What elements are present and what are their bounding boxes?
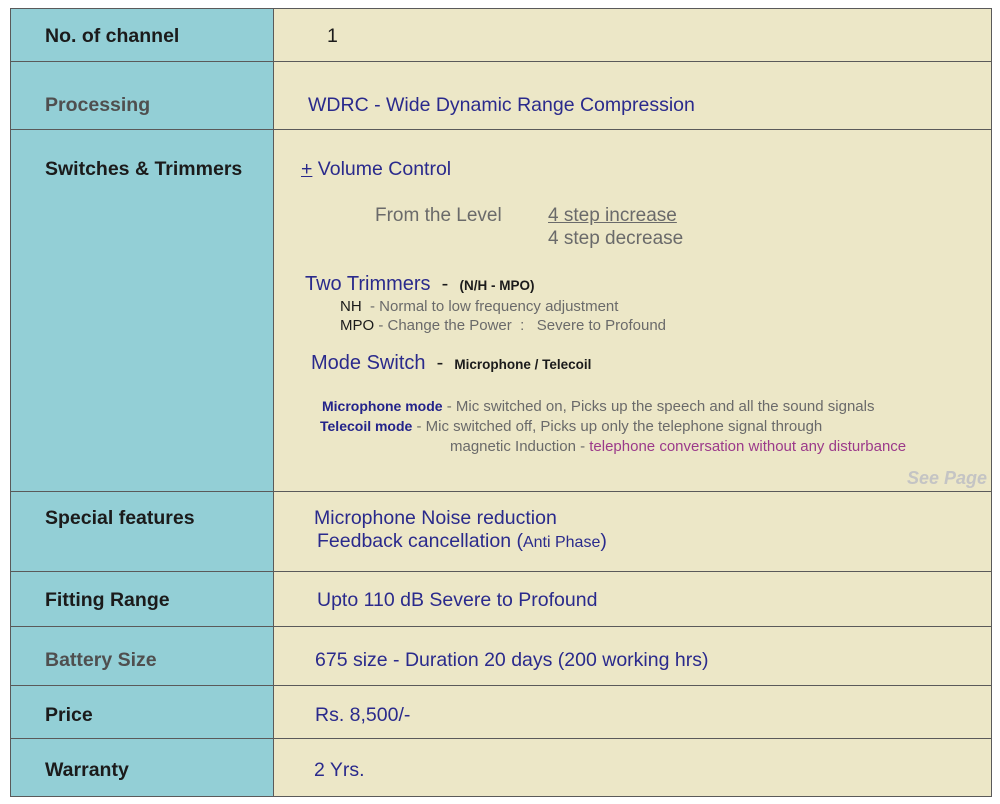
volume-control: + Volume Control	[301, 158, 452, 180]
value-warranty: 2 Yrs.	[314, 759, 365, 781]
spec-table: No. of channel 1 Processing WDRC - Wide …	[10, 8, 992, 797]
value-price: Rs. 8,500/-	[315, 704, 411, 726]
label-price: Price	[45, 704, 93, 726]
row-warranty: Warranty 2 Yrs.	[11, 739, 991, 796]
row-price: Price Rs. 8,500/-	[11, 686, 991, 739]
special-line2: Feedback cancellation (Anti Phase)	[317, 530, 607, 552]
label-fitting: Fitting Range	[45, 589, 170, 611]
label-channel: No. of channel	[45, 25, 180, 47]
value-fitting: Upto 110 dB Severe to Profound	[317, 589, 598, 611]
trimmer-mpo: MPO - Change the Power : Severe to Profo…	[340, 317, 667, 334]
row-channel: No. of channel 1	[11, 9, 991, 62]
microphone-mode: Microphone mode - Mic switched on, Picks…	[322, 398, 875, 415]
label-special: Special features	[45, 507, 195, 529]
plus-minus-icon: +	[301, 158, 313, 180]
row-processing: Processing WDRC - Wide Dynamic Range Com…	[11, 62, 991, 130]
telecoil-mode: Telecoil mode - Mic switched off, Picks …	[320, 418, 823, 435]
trimmers-heading: Two Trimmers - (N/H - MPO)	[305, 273, 535, 295]
row-fitting: Fitting Range Upto 110 dB Severe to Prof…	[11, 572, 991, 627]
value-battery: 675 size - Duration 20 days (200 working…	[315, 649, 709, 671]
mode-switch-heading: Mode Switch - Microphone / Telecoil	[311, 352, 592, 374]
row-switches: Switches & Trimmers + Volume Control Fro…	[11, 130, 991, 492]
label-warranty: Warranty	[45, 759, 129, 781]
value-channel: 1	[327, 25, 338, 47]
label-processing: Processing	[45, 94, 151, 116]
level-label: From the Level	[375, 205, 502, 226]
row-special: Special features Microphone Noise reduct…	[11, 492, 991, 572]
see-page-link[interactable]: See Page	[907, 468, 987, 489]
trimmer-nh: NH - Normal to low frequency adjustment	[340, 298, 619, 315]
level-decrease: 4 step decrease	[548, 228, 684, 249]
value-processing: WDRC - Wide Dynamic Range Compression	[308, 94, 695, 116]
label-switches: Switches & Trimmers	[45, 158, 243, 180]
label-battery: Battery Size	[45, 649, 157, 671]
special-line1: Microphone Noise reduction	[314, 507, 557, 529]
row-battery: Battery Size 675 size - Duration 20 days…	[11, 627, 991, 686]
level-increase: 4 step increase	[548, 205, 677, 226]
telecoil-mode-line2: magnetic Induction - telephone conversat…	[450, 438, 907, 455]
